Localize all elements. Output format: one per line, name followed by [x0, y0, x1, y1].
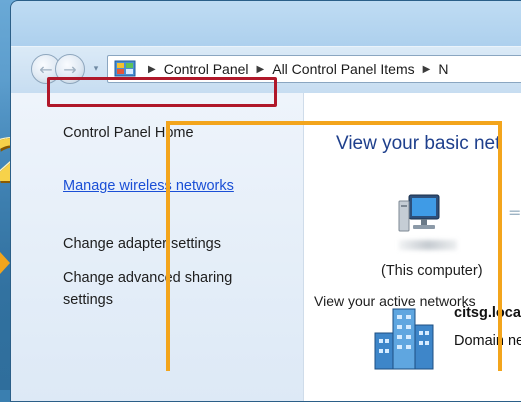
breadcrumb-separator-icon[interactable]: ▶ [148, 64, 156, 75]
sidebar-item-sharing-settings[interactable]: Change advanced sharing settings [63, 267, 283, 311]
sidebar-item-adapter-settings[interactable]: Change adapter settings [63, 233, 221, 255]
page-title: View your basic net [336, 133, 501, 154]
control-panel-window: ← → ▾ ▶ Control Panel ▶ All Control Pane… [10, 0, 521, 402]
breadcrumb-network-center[interactable]: N [438, 61, 448, 77]
breadcrumb-control-panel[interactable]: Control Panel [164, 61, 249, 77]
breadcrumb-all-items[interactable]: All Control Panel Items [272, 61, 414, 77]
connection-line: = [508, 203, 521, 222]
computer-icon [398, 194, 440, 232]
breadcrumb-separator-icon[interactable]: ▶ [423, 64, 431, 75]
window-content: Control Panel Home Manage wireless netwo… [11, 93, 521, 401]
domain-network-icon [374, 308, 434, 370]
recent-pages-dropdown[interactable]: ▾ [89, 62, 103, 76]
tasks-sidebar: Control Panel Home Manage wireless netwo… [11, 93, 304, 401]
network-type[interactable]: Domain ne [454, 333, 521, 349]
window-titlebar[interactable] [11, 1, 521, 41]
forward-arrow-icon: → [63, 59, 77, 79]
this-computer-label[interactable]: (This computer) [381, 263, 483, 279]
breadcrumb-separator-icon[interactable]: ▶ [257, 64, 265, 75]
annotation-highlight-box [47, 77, 277, 107]
sidebar-item-manage-wireless[interactable]: Manage wireless networks [63, 175, 234, 197]
computer-name-blurred [399, 240, 457, 250]
network-name: citsg.local [454, 305, 521, 321]
sidebar-item-control-panel-home[interactable]: Control Panel Home [63, 122, 194, 144]
back-arrow-icon: ← [39, 59, 53, 79]
